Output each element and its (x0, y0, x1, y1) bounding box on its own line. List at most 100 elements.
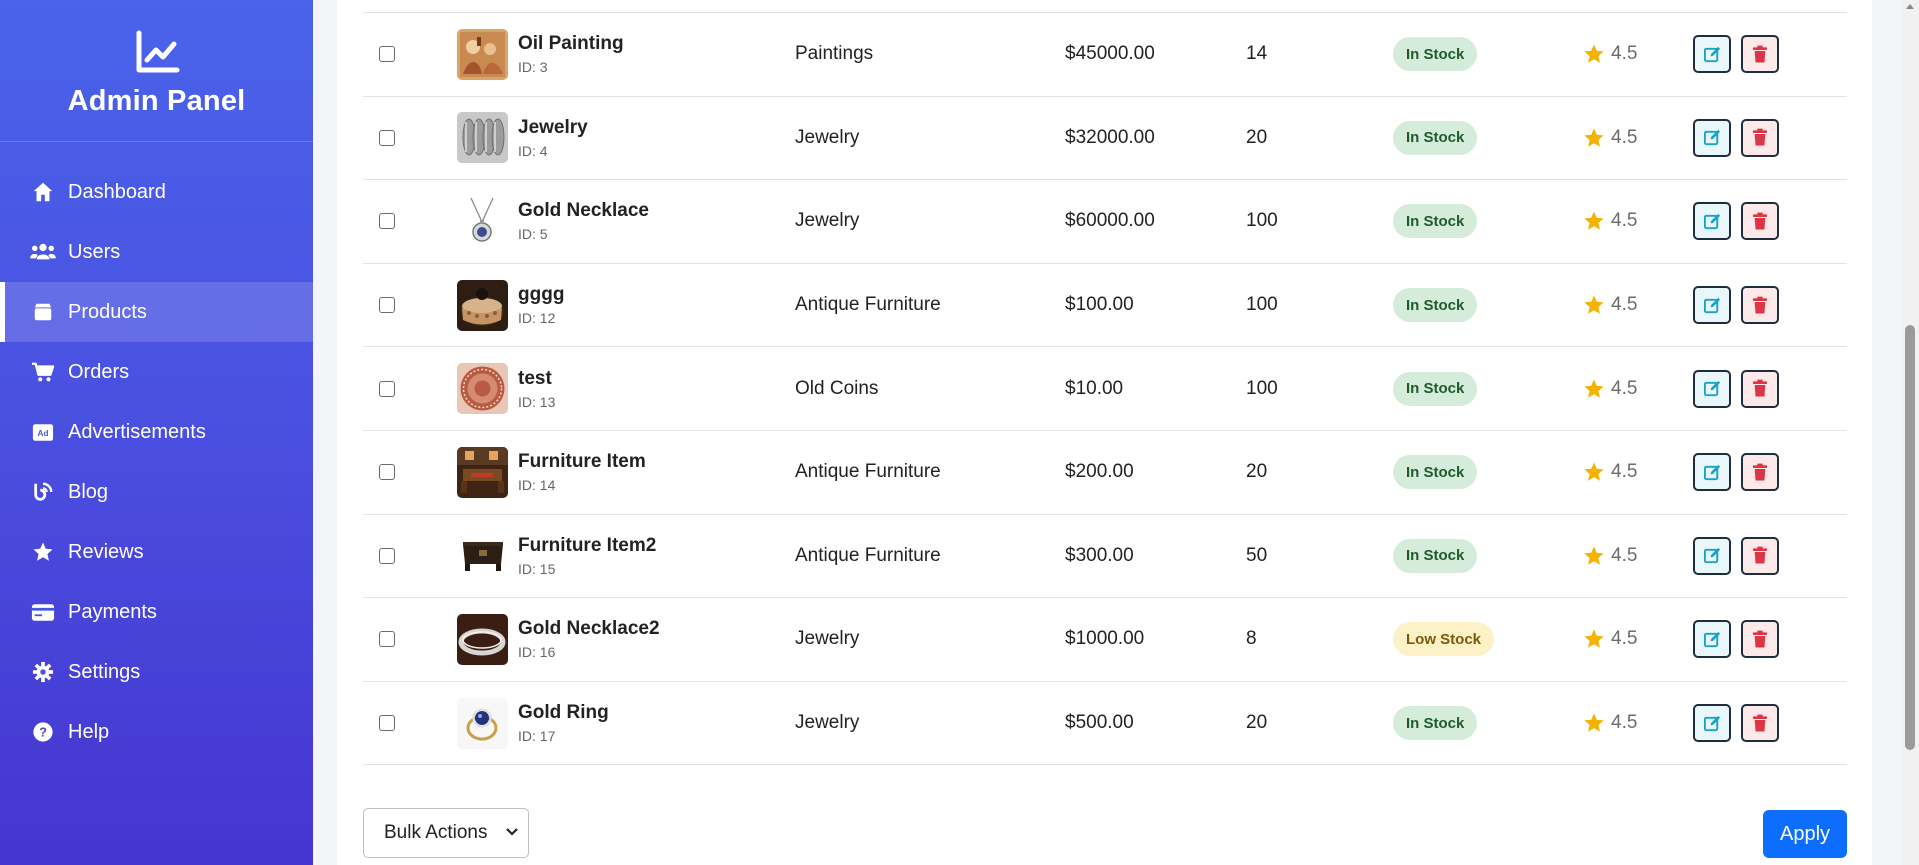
product-name: Gold Necklace (518, 200, 649, 222)
status-badge: In Stock (1393, 288, 1478, 323)
scrollbar-thumb[interactable] (1905, 325, 1915, 750)
edit-button[interactable] (1693, 453, 1731, 492)
sidebar-item-label: Reviews (68, 540, 144, 563)
svg-text:Ad: Ad (38, 429, 49, 438)
delete-button[interactable] (1741, 369, 1779, 408)
box-icon (30, 299, 56, 325)
delete-button[interactable] (1741, 286, 1779, 325)
edit-button[interactable] (1693, 118, 1731, 157)
table-row: gggg ID: 12 Antique Furniture $100.00 100 In … (363, 264, 1847, 348)
product-category: Antique Furniture (795, 294, 941, 316)
rating-value: 4.5 (1611, 461, 1638, 483)
delete-button[interactable] (1741, 118, 1779, 157)
delete-button[interactable] (1741, 704, 1779, 743)
table-row: Furniture Item2 ID: 15 Antique Furniture $3… (363, 515, 1847, 599)
row-checkbox[interactable] (379, 380, 395, 397)
product-quantity: 100 (1246, 210, 1278, 232)
delete-button[interactable] (1741, 536, 1779, 575)
edit-button[interactable] (1693, 369, 1731, 408)
table-row: Gold Necklace2 ID: 16 Jewelry $1000.00 8 Low … (363, 598, 1847, 682)
trash-icon (1752, 379, 1768, 397)
product-rating: 4.5 (1583, 127, 1637, 149)
table-row: Jewelry ID: 4 Jewelry $32000.00 20 In Stock 4.… (363, 97, 1847, 181)
edit-icon (1703, 548, 1720, 564)
sidebar-nav: Dashboard Users Products Orders Ad Advertisem… (0, 162, 313, 762)
row-checkbox[interactable] (379, 464, 395, 481)
row-checkbox[interactable] (379, 547, 395, 564)
help-icon: ? (30, 719, 56, 745)
rating-value: 4.5 (1611, 210, 1638, 232)
apply-button[interactable]: Apply (1763, 810, 1847, 858)
delete-button[interactable] (1741, 35, 1779, 74)
bulk-actions-select[interactable]: Bulk Actions (363, 808, 529, 858)
sidebar-item-orders[interactable]: Orders (0, 342, 313, 402)
row-checkbox[interactable] (379, 715, 395, 732)
status-badge: In Stock (1393, 120, 1478, 155)
delete-button[interactable] (1741, 202, 1779, 241)
row-checkbox[interactable] (379, 297, 395, 314)
edit-button[interactable] (1693, 536, 1731, 575)
product-category: Old Coins (795, 377, 879, 399)
scrollbar[interactable] (1902, 0, 1919, 865)
sidebar-item-label: Settings (68, 660, 141, 683)
trash-icon (1752, 630, 1768, 648)
product-name-cell: Oil Painting ID: 3 (518, 33, 624, 75)
sidebar-item-advertisements[interactable]: Ad Advertisements (0, 402, 313, 462)
product-id: ID: 12 (518, 310, 556, 327)
status-badge: In Stock (1393, 37, 1478, 72)
product-thumbnail (457, 446, 508, 498)
row-checkbox[interactable] (379, 129, 395, 146)
product-name-cell: Furniture Item2 ID: 15 (518, 535, 656, 577)
credit-card-icon (30, 599, 56, 625)
star-icon (1584, 44, 1604, 64)
rating-value: 4.5 (1611, 712, 1638, 734)
edit-button[interactable] (1693, 202, 1731, 241)
sidebar-item-users[interactable]: Users (0, 222, 313, 282)
svg-text:?: ? (39, 725, 47, 740)
rating-value: 4.5 (1611, 377, 1638, 399)
row-checkbox[interactable] (379, 46, 395, 63)
sidebar-item-help[interactable]: ? Help (0, 702, 313, 762)
product-price: $200.00 (1065, 461, 1134, 483)
product-name-cell: test ID: 13 (518, 368, 555, 410)
table-row: test ID: 13 Old Coins $10.00 100 In Stock 4.5 (363, 347, 1847, 431)
trash-icon (1752, 714, 1768, 732)
row-checkbox[interactable] (379, 213, 395, 230)
product-category: Paintings (795, 43, 874, 65)
product-name-cell: Gold Necklace ID: 5 (518, 200, 649, 242)
edit-button[interactable] (1693, 286, 1731, 325)
sidebar-item-payments[interactable]: Payments (0, 582, 313, 642)
blog-icon (30, 479, 56, 505)
edit-button[interactable] (1693, 704, 1731, 743)
product-price: $32000.00 (1065, 126, 1155, 148)
scroll-up-arrow-icon[interactable] (1906, 4, 1914, 9)
sidebar-item-blog[interactable]: Blog (0, 462, 313, 522)
edit-icon (1703, 297, 1720, 313)
status-badge: In Stock (1393, 455, 1478, 490)
product-name: gggg (518, 284, 565, 306)
product-thumbnail (457, 613, 508, 665)
sidebar-item-dashboard[interactable]: Dashboard (0, 162, 313, 222)
product-name-cell: gggg ID: 12 (518, 284, 564, 326)
star-icon (1584, 629, 1604, 649)
rating-value: 4.5 (1611, 43, 1638, 65)
row-checkbox[interactable] (379, 631, 395, 648)
star-icon (1584, 713, 1604, 732)
product-name: Oil Painting (518, 33, 624, 55)
edit-button[interactable] (1693, 620, 1731, 659)
rating-value: 4.5 (1611, 126, 1638, 148)
delete-button[interactable] (1741, 620, 1779, 659)
product-name: Furniture Item (518, 451, 646, 473)
status-badge: In Stock (1393, 706, 1478, 741)
product-id: ID: 15 (518, 560, 556, 577)
sidebar-item-label: Orders (68, 360, 130, 383)
product-name: Gold Necklace2 (518, 618, 660, 640)
sidebar-item-label: Blog (68, 480, 109, 503)
sidebar-item-reviews[interactable]: Reviews (0, 522, 313, 582)
product-category: Jewelry (795, 210, 860, 232)
trash-icon (1752, 45, 1768, 63)
sidebar-item-settings[interactable]: Settings (0, 642, 313, 702)
sidebar-item-products[interactable]: Products (0, 282, 313, 342)
edit-button[interactable] (1693, 35, 1731, 74)
delete-button[interactable] (1741, 453, 1779, 492)
